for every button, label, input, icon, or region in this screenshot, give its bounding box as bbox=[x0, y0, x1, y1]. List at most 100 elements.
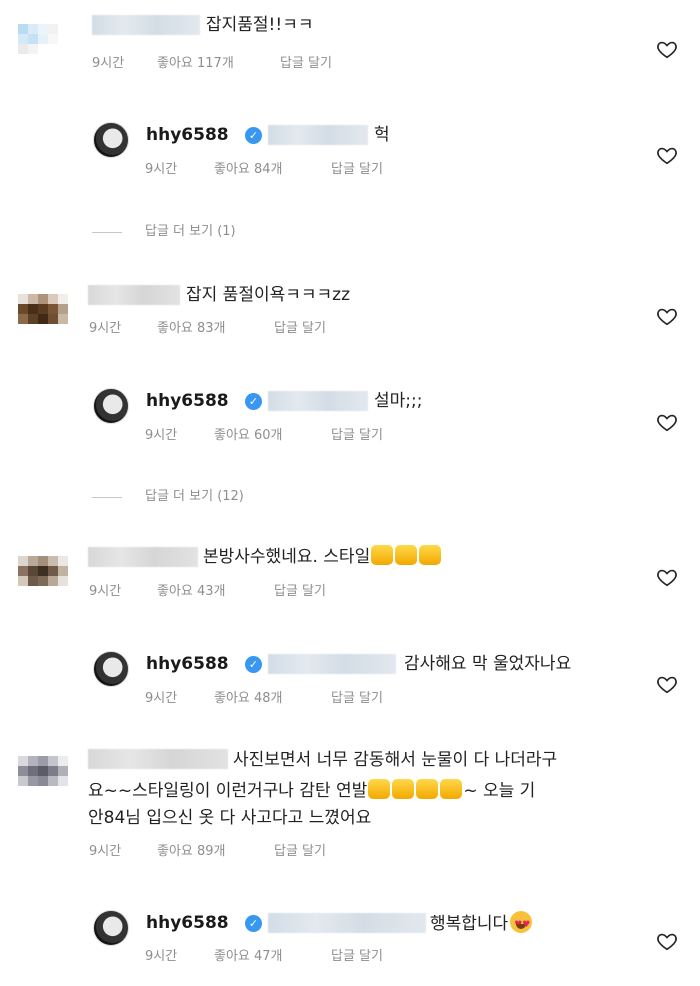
username-blurred[interactable] bbox=[88, 285, 180, 305]
avatar-pixel bbox=[38, 44, 48, 54]
avatar-pixel bbox=[48, 576, 58, 586]
comment-text: 잡지품절!!ㅋㅋ bbox=[206, 15, 314, 35]
reply-button[interactable]: 답글 달기 bbox=[331, 427, 383, 445]
comment-text: 감사해요 막 울었자나요 bbox=[404, 654, 572, 674]
avatar-pixel bbox=[38, 556, 48, 566]
comment-time: 9시간 bbox=[145, 949, 178, 964]
username-blurred[interactable] bbox=[88, 547, 198, 567]
comment-text: 행복합니다 bbox=[430, 911, 533, 938]
verified-badge-icon: ✓ bbox=[245, 393, 262, 410]
avatar[interactable] bbox=[93, 388, 129, 424]
avatar-pixel bbox=[48, 756, 58, 766]
reply-button[interactable]: 답글 달기 bbox=[331, 161, 383, 179]
avatar-pixel bbox=[48, 314, 58, 324]
divider-line bbox=[92, 232, 122, 233]
comment-time: 9시간 bbox=[145, 691, 178, 706]
avatar-pixel bbox=[28, 576, 38, 586]
likes-count[interactable]: 좋아요 47개 bbox=[214, 948, 283, 966]
likes-count[interactable]: 좋아요 84개 bbox=[214, 161, 283, 179]
thumbs-up-icon bbox=[395, 545, 418, 565]
avatar-blurred[interactable] bbox=[18, 284, 68, 334]
username[interactable]: hhy6588 bbox=[146, 390, 229, 412]
avatar-pixel bbox=[58, 776, 68, 786]
avatar-pixel bbox=[48, 566, 58, 576]
comment-text: 잡지 품절이욕ㅋㅋㅋzz bbox=[186, 285, 351, 305]
avatar-pixel bbox=[58, 304, 68, 314]
comment-time: 9시간 bbox=[89, 844, 122, 859]
view-replies-button[interactable]: 답글 더 보기 (12) bbox=[145, 488, 244, 506]
avatar-pixel bbox=[18, 44, 28, 54]
avatar-pixel bbox=[18, 766, 28, 776]
avatar-pixel bbox=[18, 756, 28, 766]
avatar-pixel bbox=[48, 44, 58, 54]
heart-outline-icon[interactable] bbox=[656, 305, 678, 327]
avatar[interactable] bbox=[93, 122, 129, 158]
avatar-pixel bbox=[48, 556, 58, 566]
avatar-pixel bbox=[18, 304, 28, 314]
comment-text-line: 사진보면서 너무 감동해서 눈물이 다 나더라구 bbox=[233, 750, 558, 770]
username[interactable]: hhy6588 bbox=[146, 653, 229, 675]
avatar-pixel bbox=[38, 756, 48, 766]
reply-button[interactable]: 답글 달기 bbox=[274, 583, 326, 601]
avatar-pixel bbox=[38, 314, 48, 324]
avatar-pixel bbox=[48, 24, 58, 34]
avatar-pixel bbox=[38, 776, 48, 786]
username[interactable]: hhy6588 bbox=[146, 124, 229, 146]
username-blurred[interactable] bbox=[88, 749, 228, 769]
avatar-pixel bbox=[58, 44, 68, 54]
verified-badge-icon: ✓ bbox=[245, 915, 262, 932]
mention-blurred[interactable] bbox=[268, 913, 426, 933]
reply-button[interactable]: 답글 달기 bbox=[280, 55, 332, 73]
likes-count[interactable]: 좋아요 117개 bbox=[157, 55, 234, 73]
avatar-pixel bbox=[28, 766, 38, 776]
comment-text-content: 행복합니다 bbox=[430, 914, 509, 934]
avatar-pixel bbox=[58, 566, 68, 576]
avatar-pixel bbox=[28, 566, 38, 576]
avatar-pixel bbox=[58, 24, 68, 34]
comment-text-content: 본방사수했네요. 스타일 bbox=[203, 547, 371, 567]
reply-button[interactable]: 답글 달기 bbox=[331, 948, 383, 966]
avatar[interactable] bbox=[93, 910, 129, 946]
thumbs-up-icon bbox=[371, 545, 394, 565]
view-replies-button[interactable]: 답글 더 보기 (1) bbox=[145, 223, 236, 241]
avatar-pixel bbox=[48, 766, 58, 776]
avatar-pixel bbox=[38, 24, 48, 34]
avatar[interactable] bbox=[93, 651, 129, 687]
reply-button[interactable]: 답글 달기 bbox=[331, 690, 383, 708]
heart-eyes-emoji-icon bbox=[510, 911, 533, 938]
heart-outline-icon[interactable] bbox=[656, 566, 678, 588]
likes-count[interactable]: 좋아요 60개 bbox=[214, 427, 283, 445]
comment-text: 설마;;; bbox=[374, 391, 423, 411]
heart-outline-icon[interactable] bbox=[656, 411, 678, 433]
avatar-pixel bbox=[58, 766, 68, 776]
reply-button[interactable]: 답글 달기 bbox=[274, 320, 326, 338]
avatar-pixel bbox=[38, 766, 48, 776]
mention-blurred[interactable] bbox=[268, 125, 368, 145]
avatar-pixel bbox=[38, 34, 48, 44]
avatar-pixel bbox=[48, 304, 58, 314]
avatar-blurred[interactable] bbox=[18, 14, 68, 64]
mention-blurred[interactable] bbox=[268, 391, 368, 411]
username-blurred[interactable] bbox=[92, 15, 200, 35]
avatar-pixel bbox=[18, 24, 28, 34]
username[interactable]: hhy6588 bbox=[146, 912, 229, 934]
reply-button[interactable]: 답글 달기 bbox=[274, 843, 326, 861]
comment-time: 9시간 bbox=[89, 584, 122, 599]
avatar-pixel bbox=[18, 576, 28, 586]
mention-blurred[interactable] bbox=[268, 654, 396, 674]
heart-outline-icon[interactable] bbox=[656, 673, 678, 695]
avatar-pixel bbox=[38, 566, 48, 576]
heart-outline-icon[interactable] bbox=[656, 144, 678, 166]
avatar-blurred[interactable] bbox=[18, 746, 68, 796]
heart-outline-icon[interactable] bbox=[656, 930, 678, 952]
likes-count[interactable]: 좋아요 89개 bbox=[157, 843, 226, 861]
comment-time: 9시간 bbox=[145, 162, 178, 177]
comment-text-line: 안84님 입으신 옷 다 사고다고 느꼈어요 bbox=[88, 808, 372, 828]
heart-outline-icon[interactable] bbox=[656, 38, 678, 60]
likes-count[interactable]: 좋아요 83개 bbox=[157, 320, 226, 338]
likes-count[interactable]: 좋아요 43개 bbox=[157, 583, 226, 601]
avatar-blurred[interactable] bbox=[18, 546, 68, 596]
verified-badge-icon: ✓ bbox=[245, 127, 262, 144]
avatar-pixel bbox=[48, 34, 58, 44]
likes-count[interactable]: 좋아요 48개 bbox=[214, 690, 283, 708]
